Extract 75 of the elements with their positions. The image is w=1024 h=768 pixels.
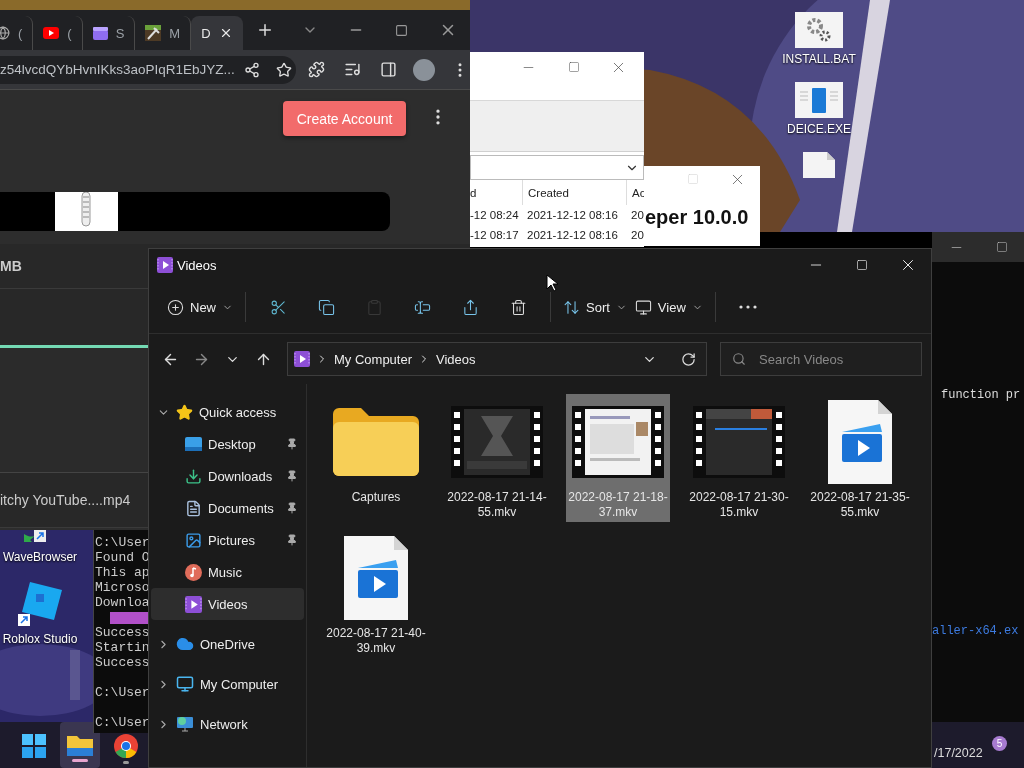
pin-icon (286, 438, 298, 450)
breadcrumb-item[interactable]: Videos (436, 351, 476, 367)
breadcrumb-item[interactable]: My Computer (334, 351, 413, 367)
console-line: Success (94, 625, 148, 640)
nav-item[interactable]: Quick access (151, 396, 304, 428)
pin-icon (286, 470, 298, 482)
file-tile[interactable]: 2022-08-17 21-40-39.mkv (324, 530, 428, 658)
file-tile[interactable]: Captures (324, 394, 428, 522)
nav-item[interactable]: Network (151, 708, 304, 740)
nav-item[interactable]: OneDrive (151, 628, 304, 660)
folder-icon[interactable] (67, 734, 93, 756)
console-line: Success (94, 655, 148, 670)
cloud-icon (176, 635, 194, 653)
console-line: This ap (94, 565, 148, 580)
file-tile[interactable]: 2022-08-17 21-35-55.mkv (808, 394, 912, 522)
chrome-icon[interactable] (114, 734, 138, 758)
file-name: 2022-08-17 21-30-15.mkv (689, 490, 789, 520)
file-name: 2022-08-17 21-14-55.mkv (447, 490, 547, 520)
new-button[interactable]: New (163, 289, 237, 325)
video-folder-icon (294, 351, 310, 367)
nav-item[interactable]: Pictures (151, 524, 304, 556)
nav-item[interactable]: Videos (151, 588, 304, 620)
console-line: C:\User (94, 715, 148, 730)
cursor-icon (546, 274, 558, 292)
refresh-icon[interactable] (681, 351, 696, 367)
file-name: 2022-08-17 21-18-37.mkv (568, 490, 668, 520)
roblox-studio-icon (18, 582, 62, 628)
file-name: 2022-08-17 21-40-39.mkv (326, 626, 426, 656)
network-icon (176, 715, 194, 733)
icon-label[interactable]: WaveBrowser (2, 550, 78, 564)
size-label: MB (0, 258, 22, 274)
star-icon (176, 403, 193, 421)
nav-item[interactable]: Downloads (151, 460, 304, 492)
download-icon (185, 467, 202, 485)
search-field[interactable]: Search Videos (720, 342, 922, 376)
table-cell-text: 20 (630, 228, 644, 243)
window-title: Videos (177, 257, 217, 273)
nav-item[interactable]: Music (151, 556, 304, 588)
view-button[interactable]: View (630, 289, 707, 325)
video-folder-icon (157, 257, 173, 273)
sort-button[interactable]: Sort (559, 289, 631, 325)
music-icon (185, 563, 202, 581)
console-line: C:\User (94, 535, 148, 550)
folder-icon (333, 408, 419, 476)
search-icon (732, 352, 746, 366)
nav-item[interactable]: Documents (151, 492, 304, 524)
file-name: itchy YouTube....mp4 (0, 492, 131, 508)
code-line: function pr (940, 388, 1021, 402)
video-folder-icon (185, 595, 202, 613)
nav-item[interactable]: Desktop (151, 428, 304, 460)
pin-icon (286, 502, 298, 514)
desktop-icon (185, 437, 202, 451)
console-line: Microso (94, 580, 148, 595)
file-tile[interactable]: 2022-08-17 21-14-55.mkv (445, 394, 549, 522)
address-bar[interactable]: My Computer Videos (287, 342, 707, 376)
table-cell-text: 2021-12-12 08:16 (526, 228, 619, 243)
date-text: /17/2022 (934, 746, 983, 760)
table-cell-text: -12 08:17 (470, 228, 520, 243)
console-line: Startin (94, 640, 148, 655)
computer-icon (176, 675, 194, 693)
nav-item[interactable]: My Computer (151, 668, 304, 700)
document-icon (185, 499, 202, 517)
icon-label[interactable]: Roblox Studio (2, 632, 78, 646)
pin-icon (286, 534, 298, 546)
notification-badge: 5 (992, 736, 1007, 751)
start-button[interactable] (22, 734, 46, 758)
file-tile[interactable]: 2022-08-17 21-18-37.mkv (566, 394, 670, 522)
console-line: C:\User (94, 685, 148, 700)
link-text: aller-x64.ex (932, 624, 1019, 638)
video-file-icon (828, 400, 892, 484)
picture-icon (185, 531, 202, 549)
video-file-icon (344, 536, 408, 620)
file-name: Captures (350, 490, 402, 505)
file-name: 2022-08-17 21-35-55.mkv (810, 490, 910, 520)
file-tile[interactable]: 2022-08-17 21-30-15.mkv (687, 394, 791, 522)
